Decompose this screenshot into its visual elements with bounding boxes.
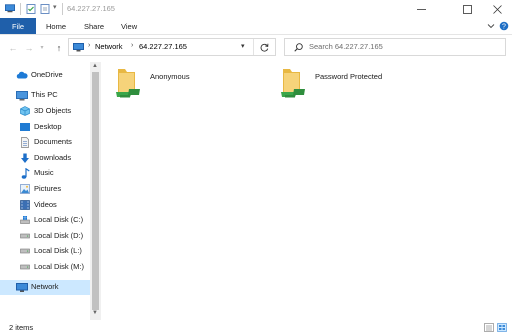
drive-icon [20,264,30,270]
nav-label: OneDrive [31,70,63,79]
videos-icon [20,200,30,210]
back-arrow-icon: ← [8,42,18,53]
scroll-down-icon[interactable]: ▼ [92,310,98,316]
window-title: 64.227.27.165 [67,4,115,13]
breadcrumb-current[interactable]: 64.227.27.165 [139,42,187,52]
maximize-icon [462,4,472,14]
onedrive-cloud-icon [16,71,28,79]
nav-item-local-disk-c[interactable]: Local Disk (C:) [0,213,90,228]
title-bar: ▾ 64.227.27.165 [0,0,512,18]
nav-item-local-disk-l[interactable]: Local Disk (L:) [0,244,90,259]
navigation-pane: OneDrive This PC 3D Objects Desktop Docu… [0,62,90,320]
nav-item-videos[interactable]: Videos [0,198,90,213]
address-bar[interactable]: › Network › 64.227.27.165 ▾ [68,38,276,56]
nav-label: Local Disk (M:) [34,262,85,271]
search-placeholder: Search 64.227.27.165 [309,42,383,51]
status-bar: 2 items [0,320,512,335]
drive-icon [20,248,30,254]
nav-label: 3D Objects [34,106,72,115]
forward-arrow-icon: → [24,42,34,53]
tab-share[interactable]: Share [84,18,104,34]
nav-label: Network [31,282,59,291]
windows-drive-icon [20,216,30,224]
scrollbar-thumb[interactable] [92,72,99,310]
drive-icon [20,233,30,239]
chevron-down-icon: ▾ [40,45,44,51]
desktop-icon [20,123,30,131]
music-icon [21,168,30,179]
title-divider [20,3,21,15]
nav-item-this-pc[interactable]: This PC [0,88,90,103]
nav-label: Local Disk (D:) [34,231,84,240]
nav-label: This PC [31,90,58,99]
breadcrumb-separator-icon: › [131,42,134,49]
search-box[interactable]: Search 64.227.27.165 [284,38,506,56]
3d-objects-icon [20,106,30,116]
nav-label: Local Disk (L:) [34,246,82,255]
share-label: Anonymous [150,72,190,81]
share-label: Password Protected [315,72,383,81]
item-count: 2 items [9,323,34,332]
close-button[interactable] [484,0,510,18]
nav-item-local-disk-m[interactable]: Local Disk (M:) [0,260,90,275]
details-view-icon[interactable] [484,323,494,332]
nav-label: Videos [34,200,57,209]
nav-label: Desktop [34,122,62,131]
minimize-button[interactable] [408,0,434,18]
refresh-icon[interactable] [260,43,269,52]
address-divider [253,39,254,55]
up-button[interactable]: ↑ [52,41,66,54]
nav-item-3d-objects[interactable]: 3D Objects [0,104,90,119]
maximize-button[interactable] [454,0,480,18]
nav-item-desktop[interactable]: Desktop [0,120,90,135]
scroll-up-icon[interactable]: ▲ [92,63,98,69]
nav-item-music[interactable]: Music [0,166,90,181]
nav-item-network[interactable]: Network [0,280,90,295]
ribbon-tabs: File Home Share View ? [0,18,512,35]
quick-access-dropdown-icon[interactable]: ▾ [53,3,57,11]
nav-item-onedrive[interactable]: OneDrive [0,68,90,83]
nav-item-downloads[interactable]: Downloads [0,151,90,166]
address-dropdown-icon[interactable]: ▾ [241,42,245,50]
help-icon[interactable]: ? [499,21,509,31]
new-folder-icon[interactable] [40,4,50,14]
network-location-icon [73,43,84,52]
share-password-protected[interactable]: Password Protected [277,62,417,102]
nav-item-local-disk-d[interactable]: Local Disk (D:) [0,229,90,244]
title-divider [62,3,63,15]
forward-button[interactable]: → [22,41,36,54]
shared-folder-icon [116,69,140,98]
svg-text:?: ? [502,24,506,31]
downloads-icon [21,153,29,163]
large-icons-view-icon[interactable] [497,323,507,332]
explorer-window-icon [5,4,15,13]
this-pc-icon [16,91,28,101]
share-anonymous[interactable]: Anonymous [112,62,252,102]
recent-locations-button[interactable]: ▾ [37,41,47,54]
up-arrow-icon: ↑ [56,42,62,53]
documents-icon [21,137,29,148]
nav-label: Documents [34,137,72,146]
search-icon [294,43,303,52]
pictures-icon [20,184,30,194]
minimize-icon [416,8,426,10]
expand-ribbon-icon[interactable] [487,22,495,30]
nav-label: Downloads [34,153,72,162]
network-icon [16,283,28,292]
tab-home[interactable]: Home [46,18,66,34]
tab-view[interactable]: View [121,18,137,34]
breadcrumb-separator-icon: › [88,42,91,49]
nav-item-pictures[interactable]: Pictures [0,182,90,197]
nav-item-documents[interactable]: Documents [0,135,90,150]
nav-label: Music [34,168,54,177]
nav-label: Pictures [34,184,62,193]
properties-icon[interactable] [26,4,36,14]
tab-file[interactable]: File [0,18,36,34]
close-icon [492,4,502,14]
breadcrumb-network[interactable]: Network [95,42,123,52]
back-button[interactable]: ← [6,41,20,54]
shared-folder-icon [281,69,305,98]
nav-label: Local Disk (C:) [34,215,84,224]
